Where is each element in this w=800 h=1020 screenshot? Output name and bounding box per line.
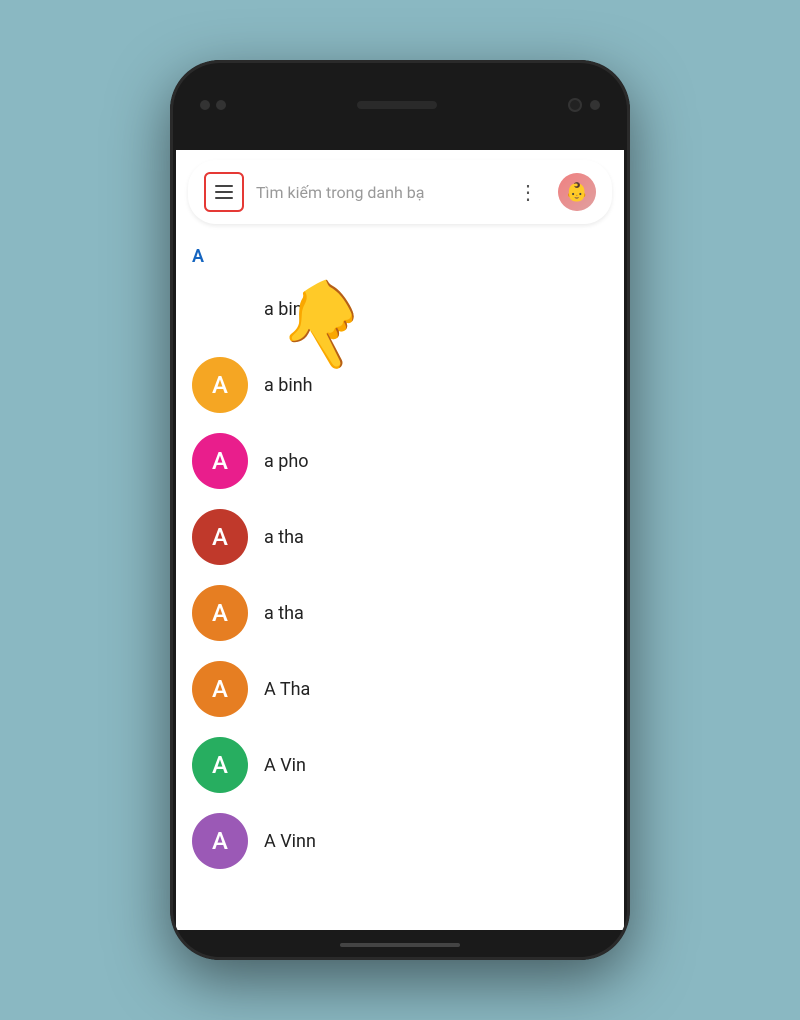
contact-avatar: A [192,737,248,793]
avatar-letter: A [212,371,228,399]
menu-button[interactable] [204,172,244,212]
contact-item[interactable]: A a binh [192,347,608,423]
speaker-area [200,100,226,110]
contact-item[interactable]: A a pho [192,423,608,499]
speaker-grille [357,101,437,109]
hamburger-line [215,191,233,193]
avatar-letter: A [212,675,228,703]
contact-avatar: A [192,661,248,717]
contact-name: a pho [264,451,309,472]
contact-name: a tha [264,603,304,624]
avatar-letter: A [212,827,228,855]
user-avatar[interactable]: 👶 [558,173,596,211]
contact-item[interactable]: A A Vin [192,727,608,803]
hamburger-line [215,185,233,187]
contact-avatar: A [192,509,248,565]
contact-avatar [192,281,248,337]
contact-name: a tha [264,527,304,548]
contact-name: a binh [264,299,313,320]
contact-item[interactable]: A A Tha [192,651,608,727]
phone-frame: 👇 Tìm kiếm trong danh bạ ⋮ 👶 A a b [170,60,630,960]
avatar-letter: A [212,447,228,475]
sensor-area [568,98,600,112]
phone-top-bar [170,60,630,150]
phone-bottom-bar [170,930,630,960]
contact-name: A Vinn [264,831,316,852]
sensor-dot [590,100,600,110]
avatar-letter: A [212,751,228,779]
hamburger-line [215,197,233,199]
contact-item[interactable]: A a tha [192,499,608,575]
search-input[interactable]: Tìm kiếm trong danh bạ [256,183,498,202]
avatar-image: 👶 [558,173,596,211]
contact-avatar: A [192,357,248,413]
contact-item[interactable]: a binh [192,271,608,347]
avatar-letter: A [212,523,228,551]
contact-avatar: A [192,433,248,489]
avatar-letter: A [212,599,228,627]
section-header-a: A [192,234,608,271]
contact-avatar: A [192,585,248,641]
contact-name: A Vin [264,755,306,776]
more-options-button[interactable]: ⋮ [510,174,546,210]
search-bar: Tìm kiếm trong danh bạ ⋮ 👶 [188,160,612,224]
speaker-dot [200,100,210,110]
contact-item[interactable]: A A Vinn [192,803,608,879]
contact-name: a binh [264,375,313,396]
phone-screen: 👇 Tìm kiếm trong danh bạ ⋮ 👶 A a b [176,150,624,930]
speaker-dot [216,100,226,110]
contact-avatar: A [192,813,248,869]
front-camera [568,98,582,112]
home-indicator [340,943,460,947]
contact-list: A a binh A a binh A a pho A [176,234,624,924]
contact-item[interactable]: A a tha [192,575,608,651]
contact-name: A Tha [264,679,310,700]
hamburger-icon [215,185,233,199]
